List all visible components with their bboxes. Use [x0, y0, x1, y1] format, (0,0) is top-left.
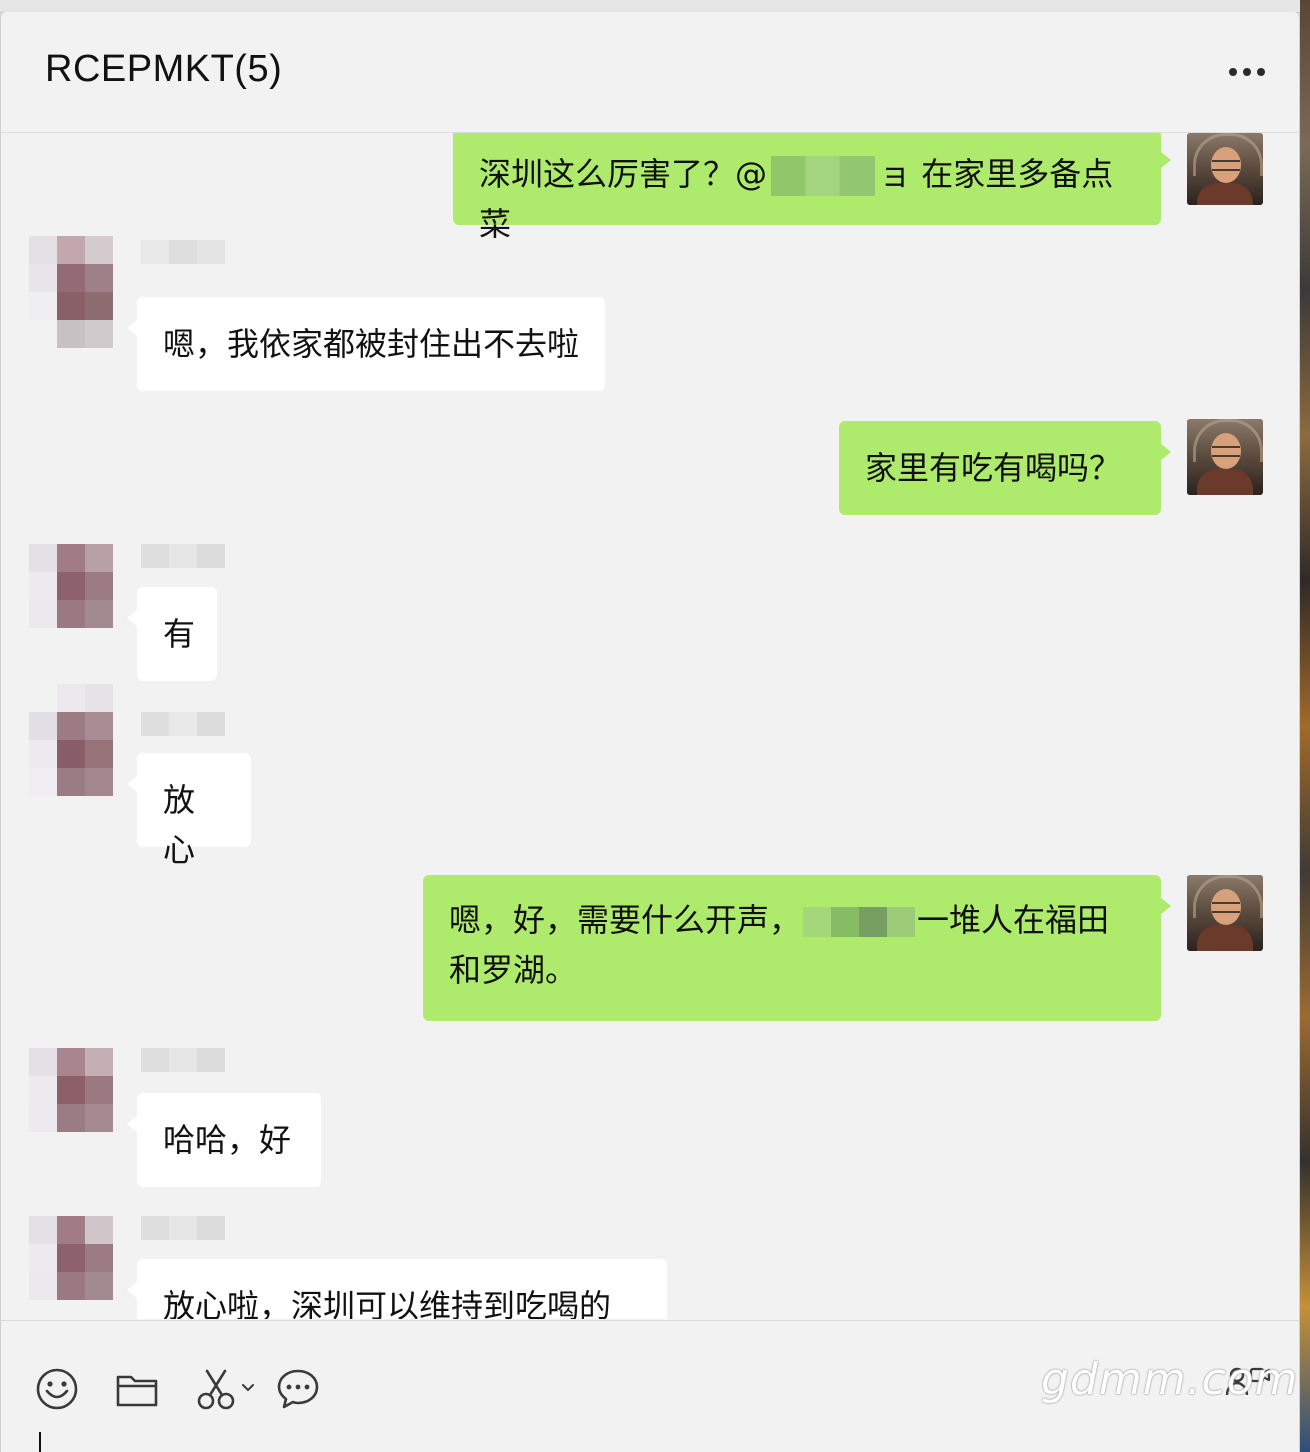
- text-input-caret[interactable]: [39, 1432, 41, 1452]
- avatar[interactable]: [29, 1048, 113, 1132]
- chat-title: RCEPMKT(5): [45, 48, 283, 90]
- name-redacted: [803, 907, 916, 937]
- message-text: 放心啦，深圳可以维持到吃喝的: [163, 1287, 612, 1319]
- message-bubble-self[interactable]: 家里有吃有喝吗？: [839, 421, 1171, 515]
- message-bubble-other[interactable]: 放心: [127, 753, 251, 869]
- message-text: 嗯，好，需要什么开声，: [449, 901, 802, 939]
- scissors-icon[interactable]: [195, 1367, 259, 1411]
- message-bubble-other[interactable]: 有: [127, 587, 217, 681]
- mention-redacted: [771, 156, 876, 196]
- background-desktop-strip: [1300, 0, 1310, 1452]
- message-text: 家里有吃有喝吗？: [865, 449, 1122, 487]
- message-bubble-other[interactable]: 哈哈，好: [127, 1093, 321, 1187]
- avatar[interactable]: [29, 1216, 113, 1300]
- message-text: 一堆人在福田: [917, 901, 1110, 939]
- message-bubble-self[interactable]: 嗯，好，需要什么开声， 一堆人在福田 和罗湖。: [423, 875, 1171, 1021]
- message-text: 和罗湖。: [449, 951, 578, 989]
- message-text: 放心: [163, 781, 196, 869]
- message-text: 深圳这么厉害了？@: [479, 155, 768, 193]
- message-line: 和罗湖。: [449, 945, 1135, 995]
- message-list[interactable]: 深圳这么厉害了？@ ョ 在家里多备点菜 嗯，我依家都被封住出不去啦 家里有吃有喝…: [1, 133, 1299, 1319]
- message-text: 嗯，我依家都被封住出不去啦: [163, 325, 580, 363]
- chat-header: RCEPMKT(5): [1, 12, 1299, 133]
- avatar[interactable]: [29, 544, 113, 628]
- more-options-icon[interactable]: [1223, 56, 1271, 86]
- message-bubble-self[interactable]: 深圳这么厉害了？@ ョ 在家里多备点菜: [453, 133, 1171, 243]
- message-bubble-other[interactable]: 嗯，我依家都被封住出不去啦: [126, 297, 606, 391]
- message-text: 哈哈，好: [163, 1121, 292, 1159]
- avatar[interactable]: [1187, 419, 1263, 495]
- emoji-icon[interactable]: [35, 1367, 79, 1411]
- chat-window: RCEPMKT(5) 深圳这么厉害了？@ ョ 在家里多备点菜 嗯，我依家都被封住…: [0, 12, 1300, 1452]
- folder-icon[interactable]: [115, 1371, 159, 1409]
- message-text: 有: [163, 615, 196, 653]
- avatar[interactable]: [29, 236, 113, 348]
- avatar[interactable]: [1187, 875, 1263, 951]
- watermark: gdmm.com: [1041, 1354, 1299, 1405]
- avatar[interactable]: [29, 684, 113, 796]
- message-bubble-other[interactable]: 放心啦，深圳可以维持到吃喝的: [127, 1259, 667, 1319]
- avatar[interactable]: [1187, 133, 1263, 205]
- chat-history-icon[interactable]: [275, 1367, 321, 1411]
- message-line: 嗯，好，需要什么开声， 一堆人在福田: [449, 895, 1135, 945]
